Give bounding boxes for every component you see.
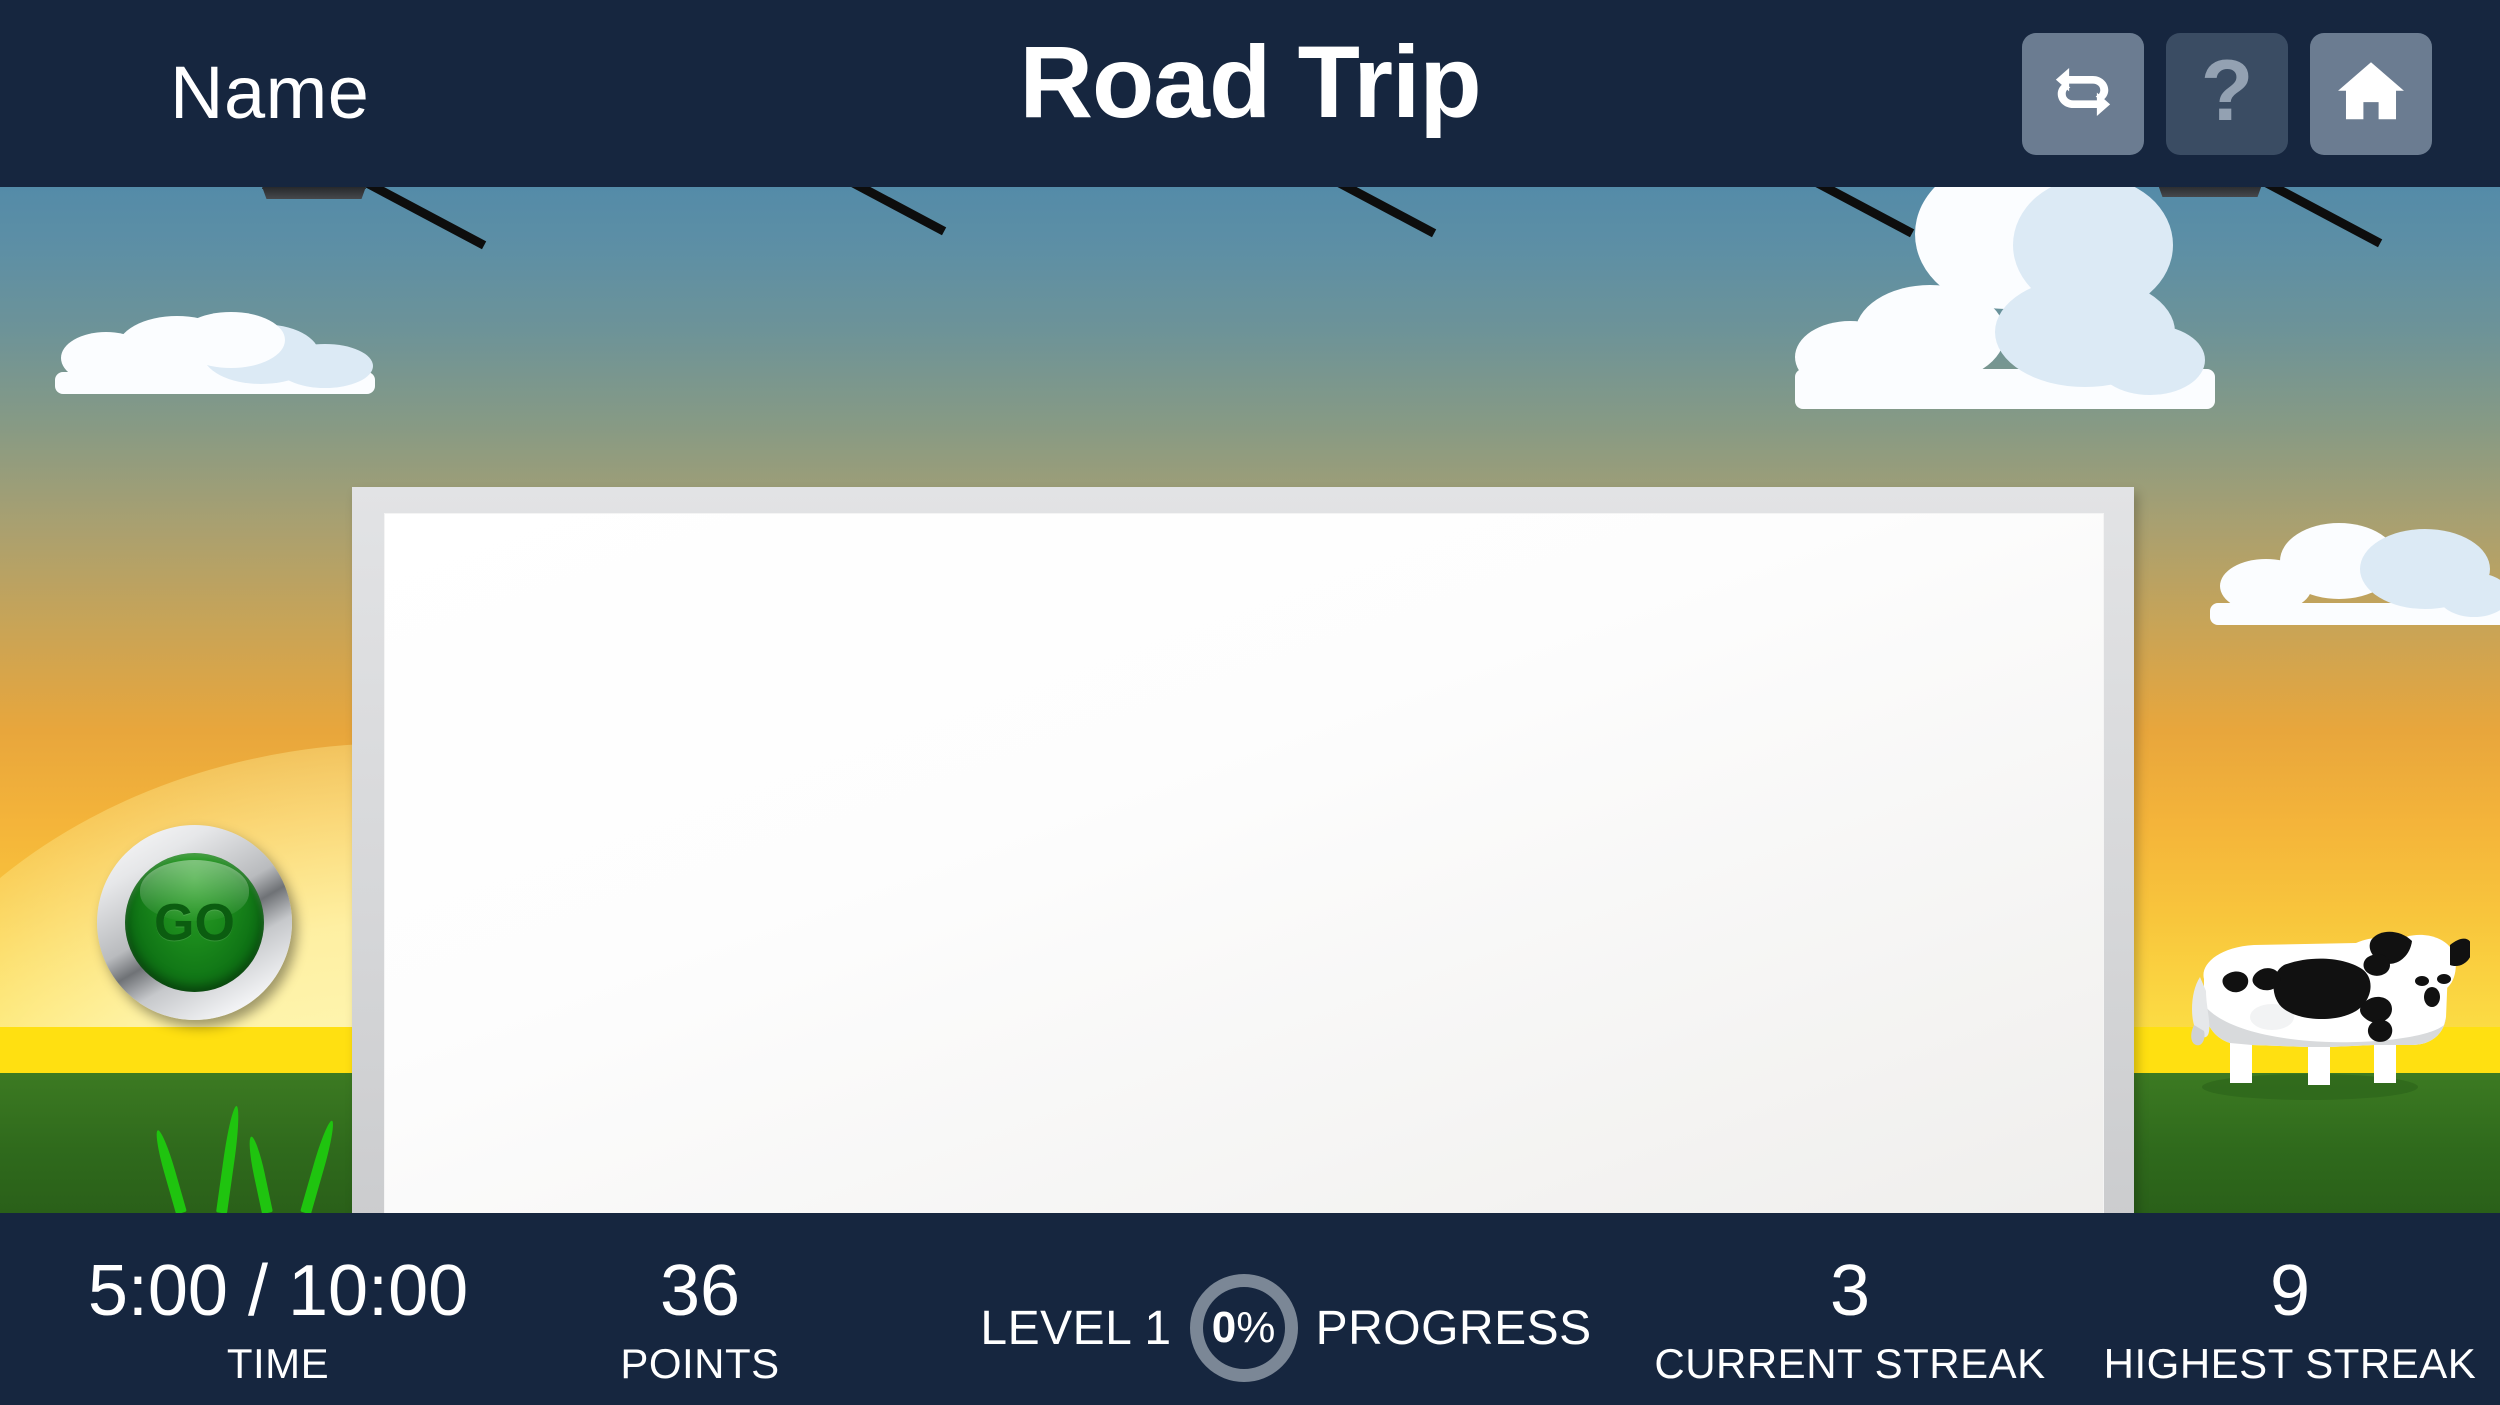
highest-streak-label: HIGHEST STREAK xyxy=(2103,1340,2477,1387)
go-button[interactable]: GO xyxy=(97,825,292,1020)
billboard-panel xyxy=(384,513,2104,1213)
grass-clump xyxy=(152,1063,338,1213)
go-button-label: GO xyxy=(154,893,235,952)
app-header: Name Road Trip ? xyxy=(0,0,2500,187)
level-label: LEVEL 1 xyxy=(980,1301,1172,1355)
home-icon xyxy=(2333,54,2409,135)
points-stat: 36 POINTS xyxy=(540,1255,860,1385)
highest-streak-stat: 9 HIGHEST STREAK xyxy=(2090,1255,2490,1385)
time-value: 5:00 / 10:00 xyxy=(87,1251,469,1331)
progress-label: PROGRESS xyxy=(1315,1301,1592,1355)
highest-streak-value: 9 xyxy=(2269,1251,2311,1331)
help-button[interactable]: ? xyxy=(2166,33,2288,155)
current-streak-label: CURRENT STREAK xyxy=(1654,1340,2046,1387)
billboard xyxy=(352,487,2134,1213)
go-button-face: GO xyxy=(125,853,264,992)
current-streak-stat: 3 CURRENT STREAK xyxy=(1610,1255,2090,1385)
swap-arrows-icon xyxy=(2046,55,2120,134)
progress-percent-value: 0 xyxy=(1211,1303,1237,1352)
cloud-left xyxy=(55,312,375,394)
points-label: POINTS xyxy=(620,1340,780,1387)
question-mark-icon: ? xyxy=(2200,43,2254,139)
current-streak-value: 3 xyxy=(1829,1251,1871,1331)
progress-percent: 0% xyxy=(1212,1303,1276,1353)
cloud-top-right xyxy=(1795,187,2215,409)
swap-button[interactable] xyxy=(2022,33,2144,155)
points-value: 36 xyxy=(659,1251,741,1331)
cloud-right xyxy=(2210,507,2500,625)
time-label: TIME xyxy=(226,1340,330,1387)
home-button[interactable] xyxy=(2310,33,2432,155)
time-stat: 5:00 / 10:00 TIME xyxy=(78,1255,478,1385)
progress-stat: LEVEL 1 0% PROGRESS xyxy=(966,1273,1606,1383)
cow-illustration xyxy=(2160,921,2472,1101)
app-root: Name Road Trip ? GO 5:00 / 10:00 TIME 36… xyxy=(0,0,2500,1405)
progress-ring: 0% xyxy=(1189,1274,1298,1382)
progress-percent-symbol: % xyxy=(1236,1303,1276,1352)
scene: tie untie retie tied If you __________ y… xyxy=(0,187,2500,1213)
status-bar: 5:00 / 10:00 TIME 36 POINTS LEVEL 1 0% P… xyxy=(0,1213,2500,1405)
